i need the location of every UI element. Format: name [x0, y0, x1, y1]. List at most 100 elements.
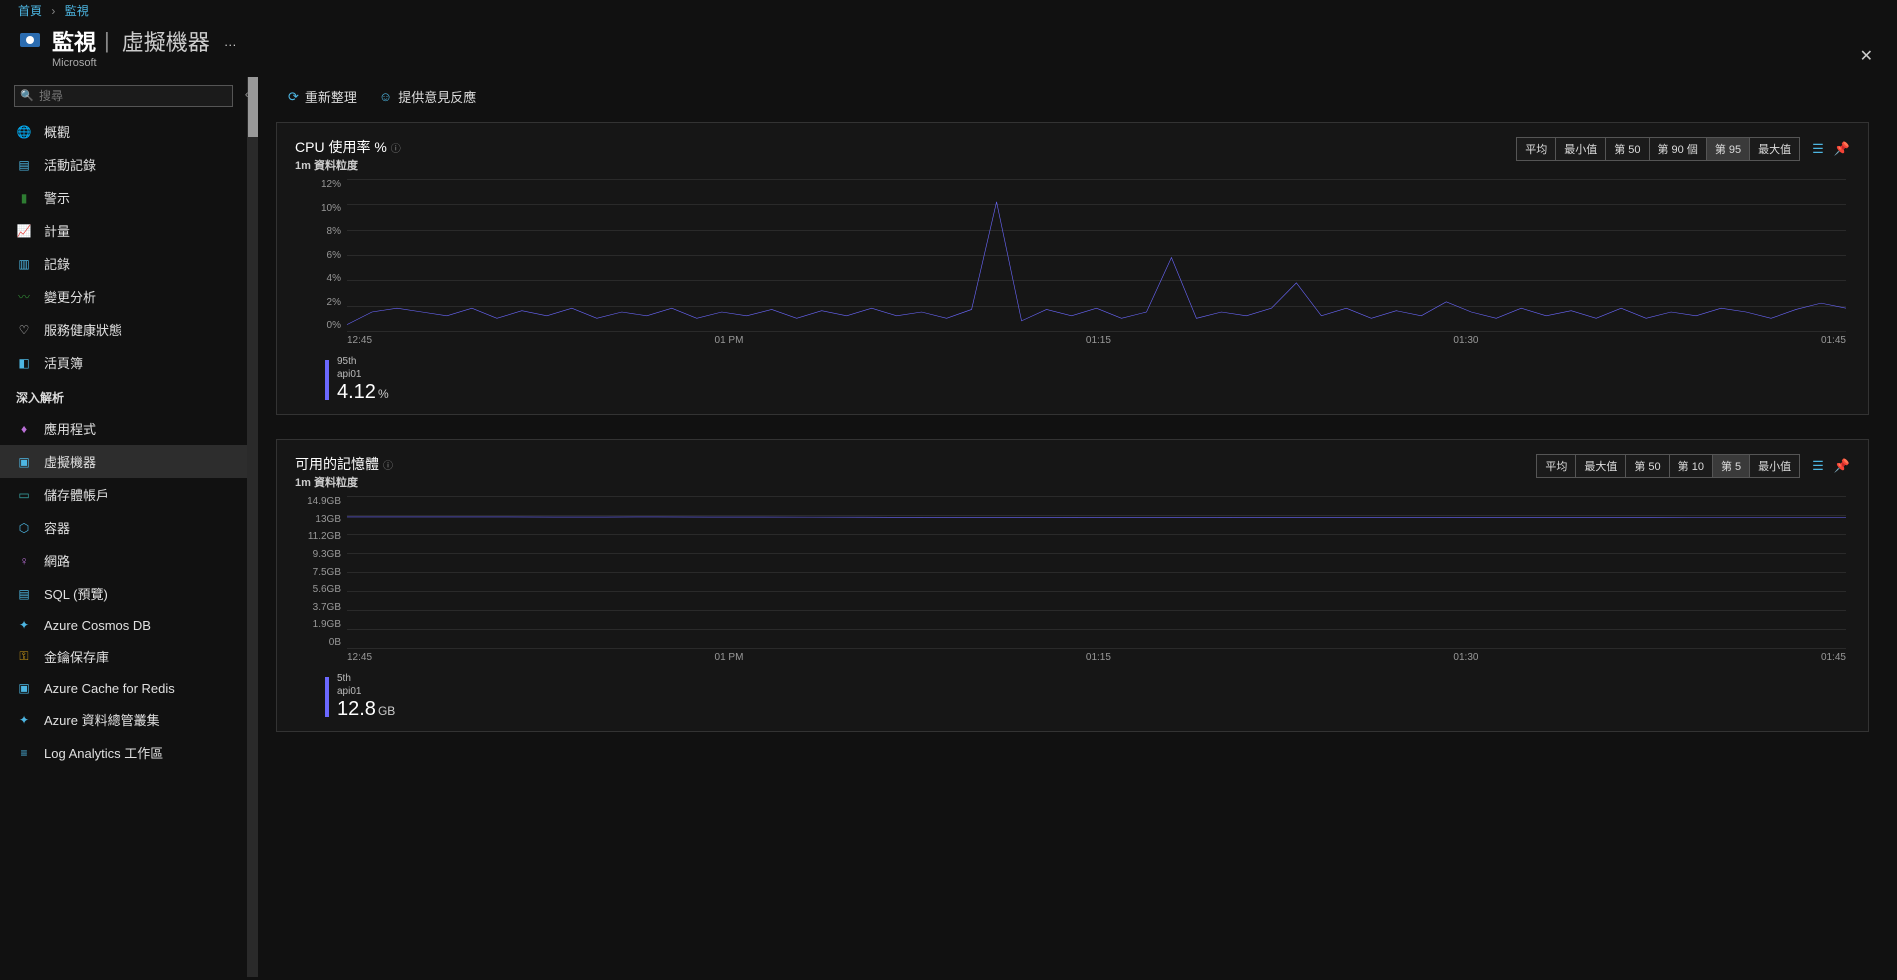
sidebar-item-label: Azure Cache for Redis [44, 681, 175, 696]
page-title: 監視 [52, 25, 96, 57]
agg-btn-最小值[interactable]: 最小值 [1749, 454, 1800, 478]
list-view-icon[interactable]: ☰ [1812, 141, 1824, 157]
x-tick: 01 PM [715, 335, 744, 349]
feedback-button[interactable]: ☺ 提供意見反應 [379, 87, 476, 106]
page-subtitle: 虛擬機器 [122, 25, 210, 57]
sidebar-item-計量[interactable]: 📈計量 [0, 214, 247, 247]
sidebar-item-警示[interactable]: ▮警示 [0, 181, 247, 214]
sidebar-item-活動記錄[interactable]: ▤活動記錄 [0, 148, 247, 181]
page-header: 監視 | 虛擬機器 … [0, 21, 1897, 59]
agg-buttons-cpu: 平均最小值第 50第 90 個第 95最大值 [1517, 137, 1800, 161]
chart-granularity-mem: 1m 資料粒度 [295, 474, 393, 490]
nav-icon: ▣ [16, 454, 32, 470]
sidebar-item-label: 網路 [44, 551, 70, 570]
nav-icon: ≡ [16, 745, 32, 761]
x-tick: 01:45 [1821, 652, 1846, 666]
sidebar-item-Log Analytics 工作區[interactable]: ≡Log Analytics 工作區 [0, 736, 247, 769]
sidebar-item-應用程式[interactable]: ♦應用程式 [0, 412, 247, 445]
breadcrumb: 首頁 › 監視 [0, 0, 1897, 21]
scrollbar-track[interactable] [248, 77, 258, 977]
agg-btn-平均[interactable]: 平均 [1516, 137, 1556, 161]
refresh-button[interactable]: ⟳ 重新整理 [288, 87, 357, 106]
x-tick: 01:30 [1453, 652, 1478, 666]
sidebar-item-儲存體帳戶[interactable]: ▭ 儲存體帳戶 [0, 478, 247, 511]
chart-body-mem: 14.9GB13GB11.2GB9.3GB7.5GB5.6GB3.7GB1.9G… [295, 496, 1850, 666]
info-icon[interactable]: ⓘ [391, 144, 401, 155]
sidebar-item-label: Azure 資料總管叢集 [44, 710, 160, 729]
feedback-icon: ☺ [379, 89, 392, 104]
y-tick: 12% [295, 179, 341, 190]
search-input[interactable] [14, 85, 233, 107]
sidebar-item-概觀[interactable]: 🌐概觀 [0, 115, 247, 148]
agg-btn-第 10[interactable]: 第 10 [1669, 454, 1713, 478]
y-tick: 1.9GB [295, 619, 341, 630]
sidebar-item-SQL (預覽)[interactable]: ▤SQL (預覽) [0, 577, 247, 610]
agg-btn-第 5[interactable]: 第 5 [1712, 454, 1750, 478]
x-tick: 01:30 [1453, 335, 1478, 349]
agg-btn-平均[interactable]: 平均 [1536, 454, 1576, 478]
nav-icon: ▭ [16, 487, 32, 503]
sidebar-nav: 🌐概觀▤活動記錄▮警示📈計量▥記錄〰變更分析♡服務健康狀態◧活頁簿深入解析♦應用… [0, 115, 247, 977]
sidebar-item-變更分析[interactable]: 〰變更分析 [0, 280, 247, 313]
pin-icon[interactable]: 📌 [1834, 141, 1850, 157]
toolbar: ⟳ 重新整理 ☺ 提供意見反應 [248, 77, 1897, 116]
series-name-cpu: api01 [337, 369, 361, 380]
x-tick: 12:45 [347, 335, 372, 349]
more-menu[interactable]: … [224, 34, 237, 49]
sidebar-item-服務健康狀態[interactable]: ♡服務健康狀態 [0, 313, 247, 346]
chart-body-cpu: 12%10%8%6%4%2%0% 12:4501 PM01:1501:3001:… [295, 179, 1850, 349]
x-tick: 12:45 [347, 652, 372, 666]
sidebar-item-記錄[interactable]: ▥記錄 [0, 247, 247, 280]
sidebar-item-網路[interactable]: ♀網路 [0, 544, 247, 577]
series-unit-cpu: % [378, 387, 389, 401]
line-series [347, 496, 1846, 648]
sidebar-item-label: Azure Cosmos DB [44, 618, 151, 633]
y-tick: 9.3GB [295, 549, 341, 560]
sidebar-item-虛擬機器[interactable]: ▣虛擬機器 [0, 445, 247, 478]
chart-panel-mem: 可用的記憶體ⓘ 1m 資料粒度 平均最大值第 50第 10第 5最小值 ☰ 📌 … [276, 439, 1869, 732]
agg-btn-第 95[interactable]: 第 95 [1706, 137, 1750, 161]
sidebar-item-label: 變更分析 [44, 287, 96, 306]
series-color-cpu [325, 360, 329, 400]
sidebar-item-Azure Cosmos DB[interactable]: ✦ Azure Cosmos DB [0, 610, 247, 640]
search-icon: 🔍 [20, 89, 34, 102]
y-tick: 11.2GB [295, 531, 341, 542]
breadcrumb-home[interactable]: 首頁 [18, 4, 42, 18]
close-button[interactable]: ✕ [1860, 46, 1873, 66]
sidebar-item-label: SQL (預覽) [44, 584, 108, 603]
list-view-icon[interactable]: ☰ [1812, 458, 1824, 474]
breadcrumb-current[interactable]: 監視 [65, 4, 89, 18]
nav-icon: 〰 [16, 289, 32, 305]
sidebar: 🔍 « 🌐概觀▤活動記錄▮警示📈計量▥記錄〰變更分析♡服務健康狀態◧活頁簿深入解… [0, 77, 248, 977]
agg-btn-最小值[interactable]: 最小值 [1555, 137, 1606, 161]
sidebar-item-label: 儲存體帳戶 [44, 485, 109, 504]
chart-legend-cpu: 95th api01 4.12% [295, 355, 1850, 404]
scrollbar-thumb[interactable] [248, 77, 258, 137]
y-tick: 6% [295, 250, 341, 261]
nav-icon: ♦ [16, 421, 32, 437]
nav-icon: ✦ [16, 617, 32, 633]
x-tick: 01 PM [715, 652, 744, 666]
sidebar-item-活頁簿[interactable]: ◧活頁簿 [0, 346, 247, 379]
nav-icon: ⬡ [16, 520, 32, 536]
sidebar-item-金鑰保存庫[interactable]: ⚿金鑰保存庫 [0, 640, 247, 673]
sidebar-item-Azure 資料總管叢集[interactable]: ✦Azure 資料總管叢集 [0, 703, 247, 736]
series-name-mem: api01 [337, 686, 361, 697]
page-title-divider: | [104, 28, 110, 54]
agg-btn-最大值[interactable]: 最大值 [1575, 454, 1626, 478]
agg-btn-第 50[interactable]: 第 50 [1625, 454, 1669, 478]
y-tick: 0B [295, 637, 341, 648]
nav-icon: ▮ [16, 190, 32, 206]
refresh-icon: ⟳ [288, 89, 299, 105]
sidebar-section-insights: 深入解析 [0, 379, 247, 412]
series-value-cpu: 4.12 [337, 381, 376, 403]
agg-btn-第 90 個[interactable]: 第 90 個 [1649, 137, 1707, 161]
chart-title-cpu: CPU 使用率 %ⓘ [295, 137, 401, 157]
sidebar-item-Azure Cache for Redis[interactable]: ▣Azure Cache for Redis [0, 673, 247, 703]
agg-btn-第 50[interactable]: 第 50 [1605, 137, 1649, 161]
agg-btn-最大值[interactable]: 最大值 [1749, 137, 1800, 161]
sidebar-item-label: 服務健康狀態 [44, 320, 122, 339]
info-icon[interactable]: ⓘ [383, 461, 393, 472]
pin-icon[interactable]: 📌 [1834, 458, 1850, 474]
sidebar-item-容器[interactable]: ⬡容器 [0, 511, 247, 544]
